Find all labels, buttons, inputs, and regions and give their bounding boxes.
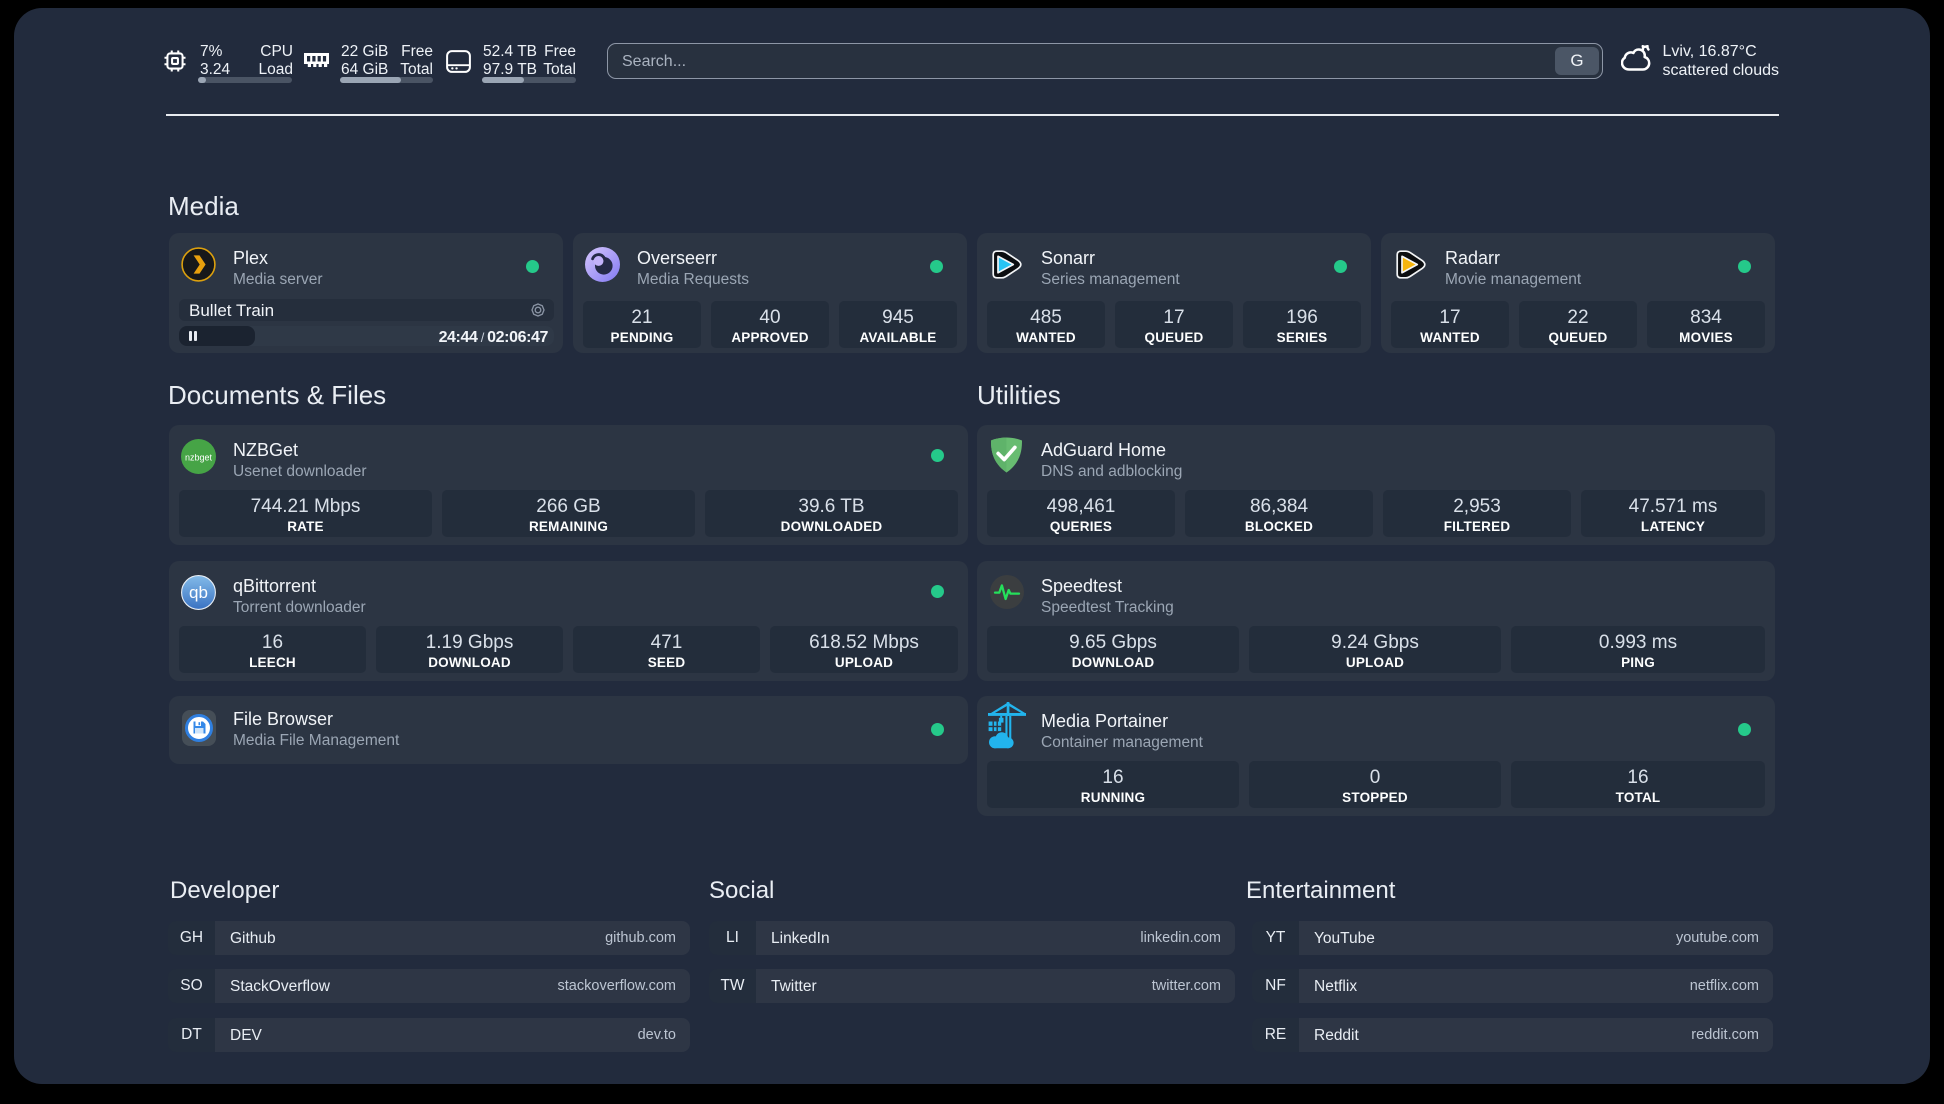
- svg-text:qb: qb: [189, 583, 208, 602]
- svg-text:nzbget: nzbget: [185, 453, 213, 463]
